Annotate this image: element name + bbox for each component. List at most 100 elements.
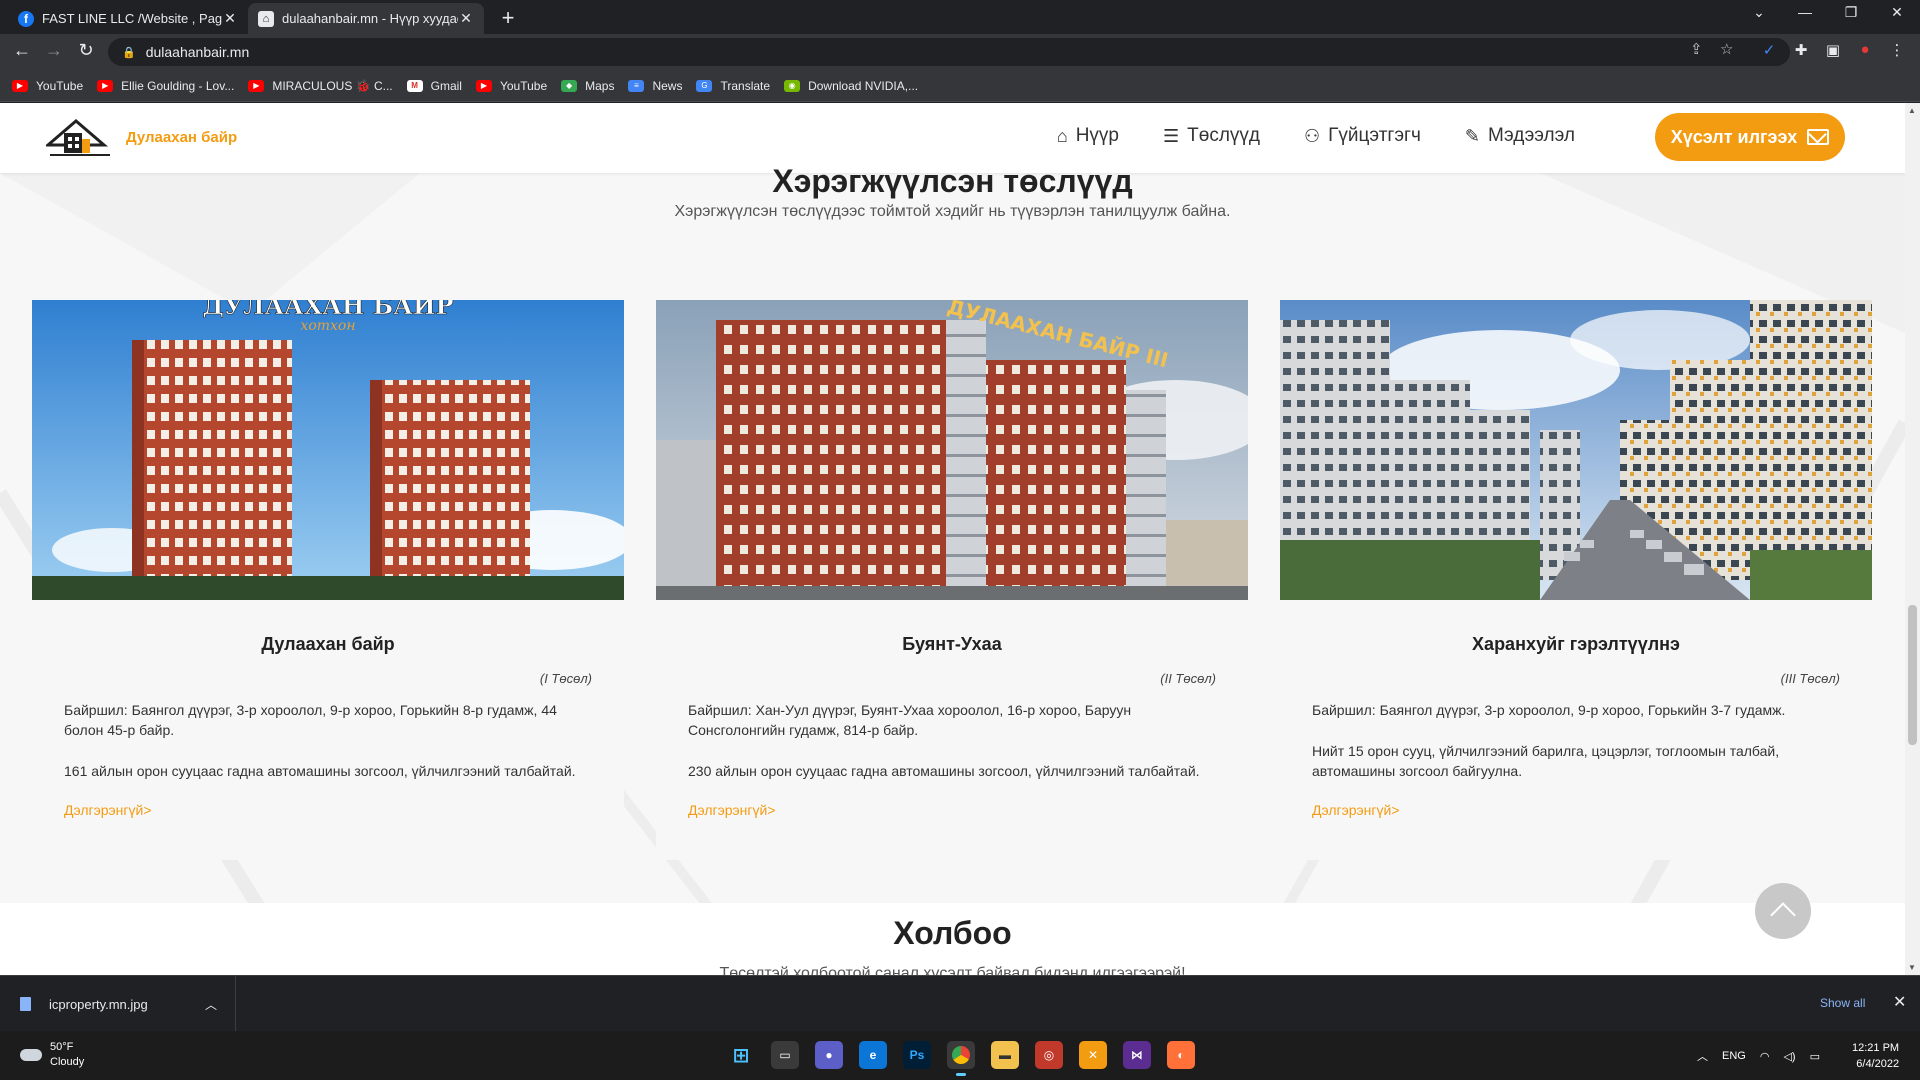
scroll-to-top-button[interactable] [1755,883,1811,939]
system-tray: ︿ ENG ◠ ◁) ▭ [1697,1048,1834,1064]
read-more-link[interactable]: Дэлгэрэнгүй> [1280,802,1872,818]
bookmark-gmail[interactable]: M Gmail [406,78,462,93]
windows-taskbar: 50°F Cloudy ⊞ ▭ ● e Ps ▬ ◎ ✕ ⋈ ◐ ︿ ENG ◠… [0,1031,1920,1080]
read-more-link[interactable]: Дэлгэрэнгүй> [32,802,624,818]
chrome-icon[interactable] [947,1041,975,1076]
download-item[interactable]: icproperty.mn.jpg ︿ [0,976,236,1032]
show-all-button[interactable]: Show all [1820,996,1865,1010]
back-icon[interactable]: ← [10,40,34,61]
project-tag: (II Төсөл) [1160,671,1216,686]
site-logo[interactable]: Дулаахан байр [46,115,237,159]
photoshop-icon[interactable]: Ps [903,1041,931,1069]
bookmark-star-icon[interactable]: ☆ [1720,40,1733,58]
project-description: Байршил: Баянгол дүүрэг, 3-р хороолол, 9… [32,700,624,781]
project-tag: (I Төсөл) [539,671,592,686]
menu-kebab-icon[interactable]: ⋮ [1886,41,1908,59]
extensions-puzzle-icon[interactable]: ✚ [1790,41,1812,59]
project-image[interactable]: ДУЛААХАН БАЙР III [656,300,1248,600]
bookmark-label: Ellie Goulding - Lov... [121,78,235,93]
taskbar-clock[interactable]: 12:21 PM 6/4/2022 [1852,1040,1899,1072]
wifi-icon[interactable]: ◠ [1760,1050,1770,1063]
nav-home[interactable]: ⌂ Нүүр [1057,125,1119,147]
firefox-icon[interactable]: ◐ [1167,1041,1195,1069]
xampp-icon[interactable]: ✕ [1079,1041,1107,1069]
tab-search-icon[interactable]: ⌄ [1736,4,1782,21]
bookmark-label: Maps [585,78,615,93]
scroll-up-arrow-icon[interactable]: ▲ [1908,106,1916,115]
restore-button[interactable]: ❐ [1828,4,1874,21]
address-bar[interactable]: 🔒 dulaahanbair.mn [108,38,1790,66]
tray-overflow-icon[interactable]: ︿ [1697,1048,1708,1064]
bookmark-youtube[interactable]: ▶ YouTube [12,79,83,93]
project-image[interactable]: ДУЛААХАН БАЙР хотхон [32,300,624,600]
bookmark-miraculous[interactable]: ▶ MIRACULOUS 🐞 C... [248,79,393,93]
file-explorer-icon[interactable]: ▬ [991,1041,1019,1069]
bookmark-maps[interactable]: ◆ Maps [561,79,614,93]
close-tab-icon[interactable]: ✕ [458,10,474,27]
new-tab-button[interactable]: + [496,5,520,31]
bookmark-label: Gmail [430,78,462,93]
tab-title: dulaahanbair.mn - Нүүр хуудас [282,11,458,26]
nav-contractors[interactable]: ⚇ Гүйцэтгэгч [1304,125,1421,147]
visual-studio-icon[interactable]: ⋈ [1123,1041,1151,1069]
volume-icon[interactable]: ◁) [1783,1050,1795,1063]
project-title: Буянт-Ухаа [902,634,1002,654]
language-indicator[interactable]: ENG [1722,1050,1746,1062]
app-red-icon[interactable]: ◎ [1035,1041,1063,1069]
scrollbar-thumb[interactable] [1908,605,1917,745]
close-tab-icon[interactable]: ✕ [222,10,238,27]
reload-icon[interactable]: ↻ [74,40,98,61]
tab-fastline[interactable]: f FAST LINE LLC /Website , Page чадах ✕ [8,3,248,34]
contact-subtitle: Төсөлтэй холбоотой санал хүсэлт байвал б… [719,965,1186,975]
main-nav: ⌂ Нүүр ☰ Төслүүд ⚇ Гүйцэтгэгч ✎ Мэдээлэл [1013,125,1575,147]
forward-icon[interactable]: → [42,40,66,61]
site-favicon-icon: ⌂ [258,10,274,27]
project-description: Байршил: Хан-Уул дүүрэг, Буянт-Ухаа хоро… [656,700,1248,781]
scroll-down-arrow-icon[interactable]: ▼ [1908,963,1916,972]
battery-icon[interactable]: ▭ [1810,1050,1820,1063]
projects-subtitle: Хэрэгжүүлсэн төслүүдээс тоймтой хэдийг н… [674,203,1231,220]
home-icon: ⌂ [1056,125,1068,146]
close-download-bar-icon[interactable]: ✕ [1893,992,1906,1012]
download-filename: icproperty.mn.jpg [49,996,148,1012]
news-icon: ≡ [628,79,645,92]
teams-chat-icon[interactable]: ● [815,1041,843,1069]
nav-label: Гүйцэтгэгч [1328,125,1421,146]
building-image-2: ДУЛААХАН БАЙР III [656,300,1248,600]
bookmark-news[interactable]: ≡ News [628,79,682,93]
tab-strip: f FAST LINE LLC /Website , Page чадах ✕ … [0,0,1920,34]
weather-condition: Cloudy [50,1056,85,1068]
page-scrollbar[interactable]: ▲ ▼ [1905,103,1920,975]
bookmark-ellie-goulding[interactable]: ▶ Ellie Goulding - Lov... [97,79,234,93]
share-icon[interactable]: ⇪ [1690,40,1703,58]
facebook-icon: f [18,10,34,27]
project-description: Байршил: Баянгол дүүрэг, 3-р хороолол, 9… [1280,700,1872,781]
windows-start-icon[interactable]: ⊞ [727,1041,755,1069]
nav-news[interactable]: ✎ Мэдээлэл [1465,125,1575,147]
bookmark-nvidia[interactable]: ◉ Download NVIDIA,... [784,79,918,93]
weather-temperature: 50°F [50,1041,74,1053]
project-card: Харанхуйг гэрэлтүүлнэ (III Төсөл) Байрши… [1280,300,1872,860]
project-location: Байршил: Баянгол дүүрэг, 3-р хороолол, 9… [64,702,557,738]
side-panel-icon[interactable]: ▣ [1822,41,1844,59]
edge-icon[interactable]: e [859,1041,887,1069]
list-icon: ☰ [1163,125,1180,146]
project-image[interactable] [1280,300,1872,600]
bookmark-translate[interactable]: G Translate [696,79,770,93]
project-location: Байршил: Баянгол дүүрэг, 3-р хороолол, 9… [1312,702,1786,718]
profile-avatar[interactable]: ● [1854,41,1876,58]
bookmark-label: Download NVIDIA,... [808,78,919,93]
tab-dulaahanbair[interactable]: ⌂ dulaahanbair.mn - Нүүр хуудас ✕ [248,3,484,34]
nav-projects[interactable]: ☰ Төслүүд [1163,125,1260,147]
minimize-button[interactable]: — [1782,4,1828,20]
document-icon: ✎ [1464,125,1480,146]
extension-check-icon[interactable]: ✓ [1758,41,1780,59]
weather-widget[interactable]: 50°F Cloudy [20,1040,84,1070]
bookmark-youtube-2[interactable]: ▶ YouTube [475,79,547,93]
chevron-up-icon[interactable]: ︿ [205,996,217,1013]
read-more-link[interactable]: Дэлгэрэнгүй> [656,802,1248,818]
task-view-icon[interactable]: ▭ [771,1041,799,1069]
send-request-button[interactable]: Хүсэлт илгээх [1655,113,1845,161]
close-window-button[interactable]: ✕ [1874,4,1920,21]
cta-label: Хүсэлт илгээх [1670,126,1798,147]
